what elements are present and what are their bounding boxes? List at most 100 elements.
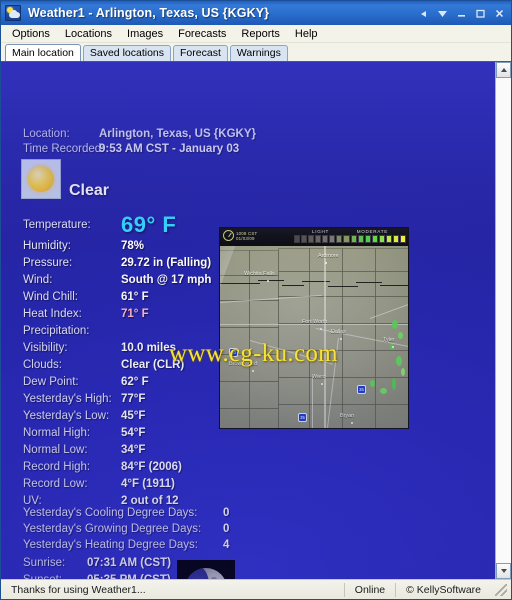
detail-label: Record High: [23, 461, 91, 473]
radar-legend: LIGHT MODERATE [294, 229, 406, 243]
menu-item-options[interactable]: Options [6, 27, 59, 41]
detail-value: 29.72 in (Falling) [121, 257, 212, 269]
radar-legend-swatch [399, 235, 406, 243]
radar-legend-swatch [357, 235, 364, 243]
radar-legend-swatch [301, 235, 308, 243]
detail-row-record-low: Record Low: 4°F (1911) [23, 478, 211, 495]
close-icon[interactable] [491, 5, 508, 21]
radar-legend-swatch [336, 235, 343, 243]
radar-city-label: Waco [312, 374, 326, 380]
radar-city-label: Wichita Falls [244, 271, 275, 277]
detail-label: Normal Low: [23, 444, 88, 456]
window-title: Weather1 - Arlington, Texas, US {KGKY} [28, 6, 270, 20]
detail-label: UV: [23, 495, 42, 507]
detail-value: South @ 17 mph [121, 274, 212, 286]
tab-saved-locations[interactable]: Saved locations [82, 45, 172, 61]
tab-bar: Main location Saved locations Forecast W… [1, 43, 511, 61]
radar-legend-swatch [343, 235, 350, 243]
detail-label: Normal High: [23, 427, 91, 439]
resize-grip-icon[interactable] [495, 583, 507, 596]
maximize-icon[interactable] [472, 5, 489, 21]
scroll-up-button[interactable] [496, 62, 511, 78]
detail-row-normal-high: Normal High: 54°F [23, 427, 211, 444]
detail-value: 45°F [121, 410, 146, 422]
weather-panel: Location: Arlington, Texas, US {KGKY} Ti… [1, 62, 495, 579]
radar-highway-shield: 35 [357, 385, 366, 394]
tab-warnings[interactable]: Warnings [229, 45, 288, 61]
application-window: Weather1 - Arlington, Texas, US {KGKY} O… [0, 0, 512, 600]
radar-timestamp: 1008 CST 01/03/09 [223, 230, 257, 241]
scroll-down-button[interactable] [496, 563, 511, 579]
sun-moon-label: Sunrise: [23, 557, 66, 569]
radar-legend-swatch [322, 235, 329, 243]
window-controls [415, 5, 508, 21]
tab-forecast[interactable]: Forecast [173, 45, 228, 61]
degree-days-label: Yesterday's Growing Degree Days: [23, 523, 202, 535]
detail-label: Yesterday's High: [23, 393, 112, 405]
menu-item-forecasts[interactable]: Forecasts [172, 27, 235, 41]
client-area: Location: Arlington, Texas, US {KGKY} Ti… [1, 61, 511, 579]
radar-legend-swatch [392, 235, 399, 243]
detail-row-heat-index: Heat Index: 71° F [23, 308, 211, 325]
sun-moon-label: Sunset: [23, 574, 87, 579]
detail-value: 77°F [121, 393, 146, 405]
radar-map-image[interactable]: Ardmore Wichita Falls Fort Worth Dallas … [219, 227, 409, 429]
menu-item-locations[interactable]: Locations [59, 27, 121, 41]
radar-city-label: Fort Worth [302, 319, 328, 325]
detail-value: 62° F [121, 376, 149, 388]
detail-value: 2 out of 12 [121, 495, 179, 507]
scrollbar-track[interactable] [496, 78, 511, 563]
detail-row-wind-chill: Wind Chill: 61° F [23, 291, 211, 308]
menu-item-help[interactable]: Help [289, 27, 327, 41]
radar-legend-swatch [329, 235, 336, 243]
weather-details-list: Humidity: 78% Pressure: 29.72 in (Fallin… [23, 240, 211, 512]
watermark-text: www.cg-ku.com [169, 340, 338, 367]
tab-main-location[interactable]: Main location [5, 44, 81, 61]
detail-value: 71° F [121, 308, 149, 320]
temperature-label: Temperature: [23, 219, 91, 231]
radar-legend-swatch [308, 235, 315, 243]
detail-value: 61° F [121, 291, 149, 303]
degree-days-label: Yesterday's Heating Degree Days: [23, 539, 199, 551]
vertical-scrollbar[interactable] [495, 62, 511, 579]
sun-clear-icon [21, 159, 61, 199]
degree-days-value: 4 [223, 539, 230, 551]
restore-icon[interactable] [415, 5, 432, 21]
detail-row-yesterdays-low: Yesterday's Low: 45°F [23, 410, 211, 427]
detail-label: Record Low: [23, 478, 88, 490]
title-bar: Weather1 - Arlington, Texas, US {KGKY} [1, 1, 511, 25]
weather-sun-cloud-icon [5, 5, 21, 21]
detail-row-humidity: Humidity: 78% [23, 240, 211, 257]
clock-icon [223, 230, 234, 241]
time-recorded-label: Time Recorded: [23, 143, 105, 155]
location-value: Arlington, Texas, US {KGKY} [99, 128, 256, 140]
detail-row-yesterdays-high: Yesterday's High: 77°F [23, 393, 211, 410]
radar-legend-swatch [350, 235, 357, 243]
time-recorded-value: 9:53 AM CST - January 03 [99, 143, 240, 155]
radar-legend-swatch [294, 235, 301, 243]
temperature-value: 69° F [121, 212, 177, 237]
detail-label: Dew Point: [23, 376, 79, 388]
sun-moon-row-sunset: Sunset: 05:35 PM (CST) [23, 574, 171, 579]
time-recorded-row: Time Recorded: 9:53 AM CST - January 03 [23, 143, 239, 155]
radar-legend-swatches [294, 235, 406, 243]
sun-moon-value: 05:35 PM (CST) [87, 574, 171, 579]
menu-bar: Options Locations Images Forecasts Repor… [1, 25, 511, 43]
moon-phase-image [177, 560, 235, 579]
detail-row-pressure: Pressure: 29.72 in (Falling) [23, 257, 211, 274]
radar-city-label: Tyler [383, 337, 395, 343]
menu-item-images[interactable]: Images [121, 27, 172, 41]
detail-label: Precipitation: [23, 325, 90, 337]
chevron-down-icon[interactable] [434, 5, 451, 21]
condition-text: Clear [69, 182, 110, 199]
radar-timestamp-date: 01/03/09 [236, 235, 255, 241]
minimize-icon[interactable] [453, 5, 470, 21]
radar-highway-shield: 35 [298, 413, 307, 422]
degree-days-row-heating: Yesterday's Heating Degree Days: 4 [23, 539, 229, 555]
radar-legend-swatch [385, 235, 392, 243]
detail-value: 4°F (1911) [121, 478, 175, 490]
location-label: Location: [23, 128, 70, 140]
degree-days-value: 0 [223, 523, 230, 535]
menu-item-reports[interactable]: Reports [235, 27, 289, 41]
radar-legend-swatch [378, 235, 385, 243]
